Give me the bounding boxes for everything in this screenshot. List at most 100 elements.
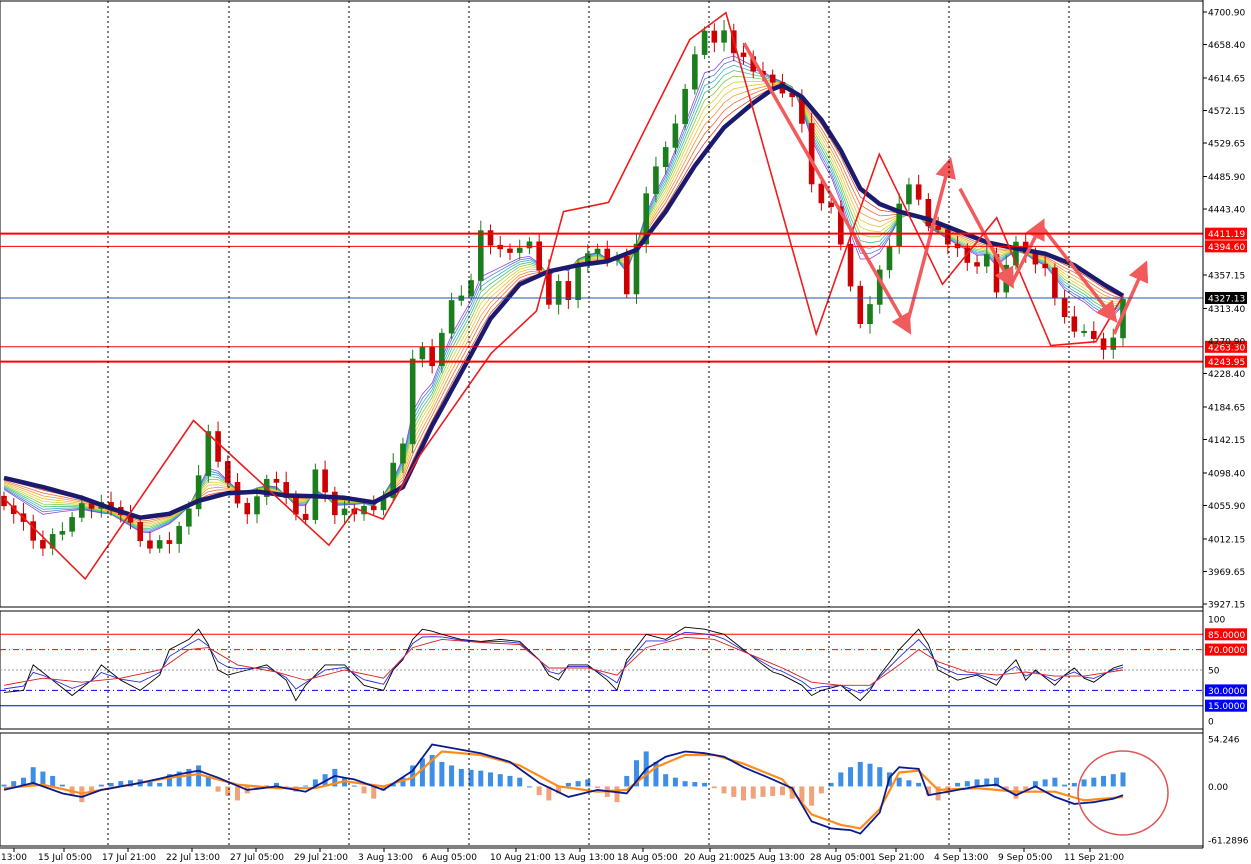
candle-body (682, 88, 688, 125)
macd-histogram-bar (585, 779, 591, 787)
trading-chart[interactable]: 4411.194394.604327.134263.304243.954700.… (0, 0, 1251, 864)
macd-histogram-bar (507, 775, 513, 787)
candle-body (1071, 316, 1078, 332)
candle-body (1032, 252, 1039, 265)
candle-body (293, 497, 299, 515)
macd-histogram-bar (818, 786, 824, 794)
time-axis-label: 1 Sep 21:00 (870, 853, 925, 863)
macd-histogram-bar (439, 761, 445, 787)
macd-histogram-bar (838, 772, 844, 787)
macd-histogram-bar (50, 775, 56, 787)
price-axis-label: 4184.65 (1208, 403, 1245, 413)
price-axis-label: 4658.40 (1208, 41, 1245, 51)
price-tag-label: 4243.95 (1208, 358, 1245, 368)
macd-histogram-bar (1042, 779, 1048, 787)
macd-histogram-bar (1101, 775, 1107, 787)
price-axis-label: 4529.65 (1208, 140, 1245, 150)
price-axis-label: 4142.15 (1208, 436, 1245, 446)
macd-histogram-bar (809, 786, 815, 806)
candle-body (565, 281, 572, 301)
price-tag-label: 4411.19 (1208, 230, 1245, 240)
macd-histogram-bar (108, 782, 114, 787)
time-axis-label: 27 Jul 05:00 (230, 853, 284, 863)
candle-body (59, 531, 66, 535)
candle-body (69, 517, 75, 532)
macd-histogram-bar (672, 777, 678, 787)
macd-panel[interactable] (0, 732, 1204, 847)
candle-body (137, 522, 144, 542)
macd-histogram-bar (906, 780, 912, 787)
time-axis-label: 17 Jul 21:00 (102, 853, 156, 863)
time-axis-label: 13:00 (1, 853, 27, 863)
candle-body (974, 262, 980, 267)
time-axis-label: 6 Aug 05:00 (422, 853, 477, 863)
price-tag-label: 4327.13 (1208, 294, 1245, 304)
macd-histogram-bar (11, 781, 17, 787)
candle-body (186, 508, 192, 527)
candle-body (1110, 337, 1117, 350)
price-axis-label: 4228.40 (1208, 370, 1245, 380)
level-tag-label: 70.0000 (1208, 646, 1245, 656)
candle-body (215, 431, 221, 462)
macd-histogram-bar (419, 758, 425, 787)
price-panel-frame (0, 0, 1204, 608)
oscillator-axis-label: 0 (1208, 718, 1214, 728)
price-axis-label: 4098.40 (1208, 469, 1245, 479)
price-axis-label: 4270.90 (1208, 337, 1245, 347)
candle-body (857, 285, 864, 325)
oscillator-axis-label: 100 (1208, 616, 1225, 626)
candle-body (429, 347, 435, 367)
candle-body (477, 230, 484, 281)
price-axis-label: 4055.90 (1208, 502, 1245, 512)
macd-histogram-bar (1081, 779, 1087, 787)
price-tag-label: 4394.60 (1208, 243, 1245, 253)
macd-histogram-bar (1052, 777, 1058, 787)
candle-body (867, 304, 873, 325)
candle-body (915, 184, 922, 200)
macd-histogram-bar (575, 781, 581, 787)
candle-body (808, 123, 815, 185)
macd-histogram-bar (848, 767, 854, 787)
oscillator-panel[interactable] (0, 610, 1204, 730)
macd-histogram-bar (458, 768, 464, 787)
candle-body (575, 264, 581, 301)
macd-histogram-bar (779, 786, 785, 796)
candle-body (40, 540, 46, 549)
candle-body (935, 225, 941, 230)
macd-histogram-bar (1, 784, 7, 787)
macd-histogram-bar (595, 786, 601, 789)
candle-body (672, 123, 679, 148)
macd-histogram-bar (624, 775, 630, 787)
macd-histogram-bar (663, 774, 669, 787)
macd-histogram-bar (614, 786, 620, 803)
price-axis-label: 3927.15 (1208, 601, 1245, 611)
macd-histogram-bar (449, 765, 455, 787)
macd-histogram-bar (867, 763, 873, 787)
time-axis-label: 15 Jul 05:00 (38, 853, 92, 863)
candle-body (1091, 330, 1097, 339)
candle-body (662, 147, 669, 168)
macd-histogram-bar (760, 786, 766, 797)
candle-body (79, 503, 85, 518)
oscillator-axis-label: 50 (1208, 667, 1220, 677)
macd-axis-label: 0.00 (1208, 783, 1228, 793)
time-axis-label: 20 Aug 21:00 (684, 853, 745, 863)
candle-body (302, 513, 309, 520)
candle-body (497, 244, 504, 250)
candle-body (400, 443, 406, 464)
time-axis-label: 13 Aug 13:00 (554, 853, 615, 863)
macd-histogram-bar (59, 784, 65, 787)
candle-body (526, 241, 533, 249)
macd-histogram-bar (1110, 774, 1116, 787)
candle-body (370, 505, 377, 511)
candle-body (448, 300, 455, 334)
candle-body (273, 478, 280, 483)
macd-histogram-bar (497, 774, 503, 787)
price-axis-label: 3969.65 (1208, 568, 1245, 578)
macd-histogram-bar (1071, 782, 1077, 787)
level-tag-label: 85.0000 (1208, 631, 1245, 641)
macd-histogram-bar (857, 761, 863, 787)
macd-histogram-bar (98, 784, 104, 787)
candle-body (254, 496, 260, 515)
price-panel[interactable] (0, 0, 1204, 608)
